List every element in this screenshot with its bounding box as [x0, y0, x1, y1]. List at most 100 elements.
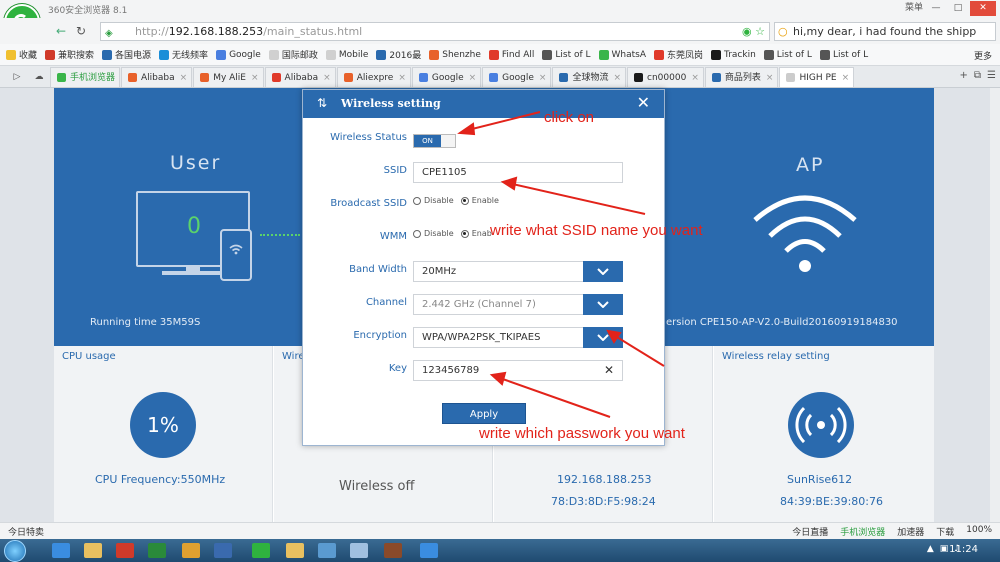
- bookmark-item[interactable]: Mobile: [325, 49, 368, 60]
- chrome-icon[interactable]: [182, 543, 200, 558]
- chevron-down-icon[interactable]: [583, 327, 623, 348]
- tab-list-icon[interactable]: ⧉: [974, 70, 981, 81]
- channel-select[interactable]: 2.442 GHz (Channel 7): [413, 294, 623, 315]
- wireless-status-toggle[interactable]: ON: [413, 134, 456, 148]
- minimize-button[interactable]: —: [926, 1, 946, 16]
- dialog-close-button[interactable]: ✕: [637, 93, 650, 112]
- app-icon[interactable]: [214, 543, 232, 558]
- bookmark-item[interactable]: List of L: [763, 49, 812, 60]
- tab-close-icon[interactable]: ×: [613, 68, 621, 88]
- browser-tab[interactable]: My AliE ×: [193, 67, 264, 88]
- downloads-link[interactable]: 下载: [936, 525, 954, 538]
- bookmark-item[interactable]: 东莞凤岗: [654, 48, 703, 61]
- page-scrollbar[interactable]: [990, 88, 1000, 522]
- live-stream-link[interactable]: 今日直播: [792, 525, 828, 538]
- bookmark-item[interactable]: 国际邮政: [268, 48, 318, 61]
- browser-tab[interactable]: cn00000 ×: [627, 67, 704, 87]
- annotation-click-on: click on: [544, 109, 595, 126]
- browser-tab[interactable]: Alibaba ×: [121, 67, 193, 88]
- app-icon[interactable]: [116, 543, 134, 558]
- start-button[interactable]: [4, 540, 26, 562]
- accelerator-link[interactable]: 加速器: [897, 525, 924, 538]
- sidebar-toggle-icon[interactable]: ▷: [6, 67, 28, 87]
- bookmark-item[interactable]: Shenzhe: [429, 49, 481, 60]
- app-icon[interactable]: [318, 543, 336, 558]
- tab-close-icon[interactable]: ×: [842, 68, 850, 88]
- browser-tab[interactable]: 全球物流 ×: [552, 67, 627, 88]
- chevron-down-icon[interactable]: [583, 261, 623, 282]
- browser-tab[interactable]: Alibaba ×: [264, 67, 336, 88]
- close-window-button[interactable]: ✕: [970, 1, 996, 16]
- tab-menu-icon[interactable]: ☰: [987, 70, 996, 81]
- folder-icon[interactable]: [84, 543, 102, 558]
- key-input[interactable]: 123456789 ✕: [413, 360, 623, 381]
- ssid-input[interactable]: CPE1105: [413, 162, 623, 183]
- bookmark-item[interactable]: Find All: [488, 49, 534, 60]
- bookmark-item[interactable]: 无线频率: [159, 48, 208, 61]
- back-arrow-icon[interactable]: ←: [52, 23, 70, 39]
- tab-close-icon[interactable]: ×: [251, 68, 259, 88]
- search-input[interactable]: ○ hi,my dear, i had found the shipp: [774, 22, 996, 41]
- tab-close-icon[interactable]: ×: [323, 68, 331, 88]
- bookmark-item[interactable]: Trackin: [711, 49, 756, 60]
- tab-close-icon[interactable]: ×: [180, 68, 188, 88]
- bookmark-item[interactable]: 收藏: [6, 48, 37, 61]
- bookmark-item[interactable]: Google: [216, 49, 261, 60]
- bookmark-item[interactable]: WhatsA: [598, 49, 646, 60]
- maximize-button[interactable]: □: [948, 1, 968, 16]
- clock: 11:24: [949, 544, 978, 555]
- band-width-select[interactable]: 20MHz: [413, 261, 623, 282]
- browser-tab[interactable]: 手机浏览器: [50, 67, 121, 87]
- bookmark-item[interactable]: List of L: [819, 49, 868, 60]
- cpu-frequency: CPU Frequency:550MHz: [95, 473, 226, 486]
- bookmark-label: Trackin: [724, 49, 756, 60]
- menu-button[interactable]: 菜单: [904, 1, 924, 16]
- search-icon: ○: [778, 25, 788, 38]
- security-check-icon[interactable]: ◉ ☆: [742, 23, 765, 40]
- daily-deals-link[interactable]: 今日特卖: [8, 525, 44, 538]
- tab-close-icon[interactable]: ×: [766, 68, 774, 88]
- bookmark-item[interactable]: 2016最: [376, 48, 421, 61]
- mobile-browser-link[interactable]: 手机浏览器: [840, 525, 885, 538]
- tab-close-icon[interactable]: ×: [539, 68, 547, 88]
- broadcast-disable-radio[interactable]: [413, 196, 421, 205]
- refresh-icon[interactable]: ↻: [72, 23, 90, 39]
- 360-browser-icon[interactable]: [252, 543, 270, 558]
- tab-close-icon[interactable]: ×: [398, 68, 406, 88]
- browser-tab[interactable]: 商品列表 ×: [704, 67, 779, 88]
- bookmark-item[interactable]: 兼职搜索: [45, 48, 94, 61]
- app-icon[interactable]: [350, 543, 368, 558]
- wmm-enable-radio[interactable]: [460, 229, 469, 238]
- wmm-disable-radio[interactable]: [413, 229, 421, 238]
- tab-label: 全球物流: [572, 72, 609, 83]
- cloud-icon[interactable]: ☁: [28, 67, 50, 87]
- tab-close-icon[interactable]: ×: [469, 68, 477, 88]
- excel-icon[interactable]: [148, 543, 166, 558]
- tab-label: HIGH PE: [799, 72, 837, 83]
- apply-button[interactable]: Apply: [442, 403, 526, 424]
- tab-close-icon[interactable]: ×: [691, 68, 699, 88]
- tray-arrow-icon[interactable]: ▲: [927, 544, 934, 554]
- zoom-level[interactable]: 100%: [966, 525, 992, 538]
- signal-broadcast-icon: [795, 406, 847, 444]
- clear-icon[interactable]: ✕: [604, 361, 614, 380]
- app-icon[interactable]: [384, 543, 402, 558]
- app-icon[interactable]: [420, 543, 438, 558]
- new-tab-icon[interactable]: +: [960, 70, 968, 81]
- bookmark-item[interactable]: List of L: [542, 49, 591, 60]
- browser-tab[interactable]: Aliexpre ×: [336, 67, 411, 88]
- broadcast-enable-radio[interactable]: [460, 196, 469, 205]
- ie-icon[interactable]: [52, 543, 70, 558]
- browser-tab[interactable]: HIGH PE ×: [779, 67, 855, 88]
- band-width-label: Band Width: [349, 264, 407, 275]
- url-input[interactable]: ◈ http://192.168.188.253/main_status.htm…: [100, 22, 770, 41]
- browser-tab[interactable]: Google ×: [482, 67, 552, 88]
- bookmarks-more-button[interactable]: 更多: [974, 49, 992, 62]
- dialog-title: Wireless setting: [341, 97, 441, 110]
- browser-tab[interactable]: Google ×: [411, 67, 482, 88]
- encryption-select[interactable]: WPA/WPA2PSK_TKIPAES: [413, 327, 623, 348]
- chevron-down-icon[interactable]: [583, 294, 623, 315]
- folder-icon[interactable]: [286, 543, 304, 558]
- network-icon[interactable]: ▣: [940, 544, 949, 554]
- bookmark-item[interactable]: 各国电源: [102, 48, 151, 61]
